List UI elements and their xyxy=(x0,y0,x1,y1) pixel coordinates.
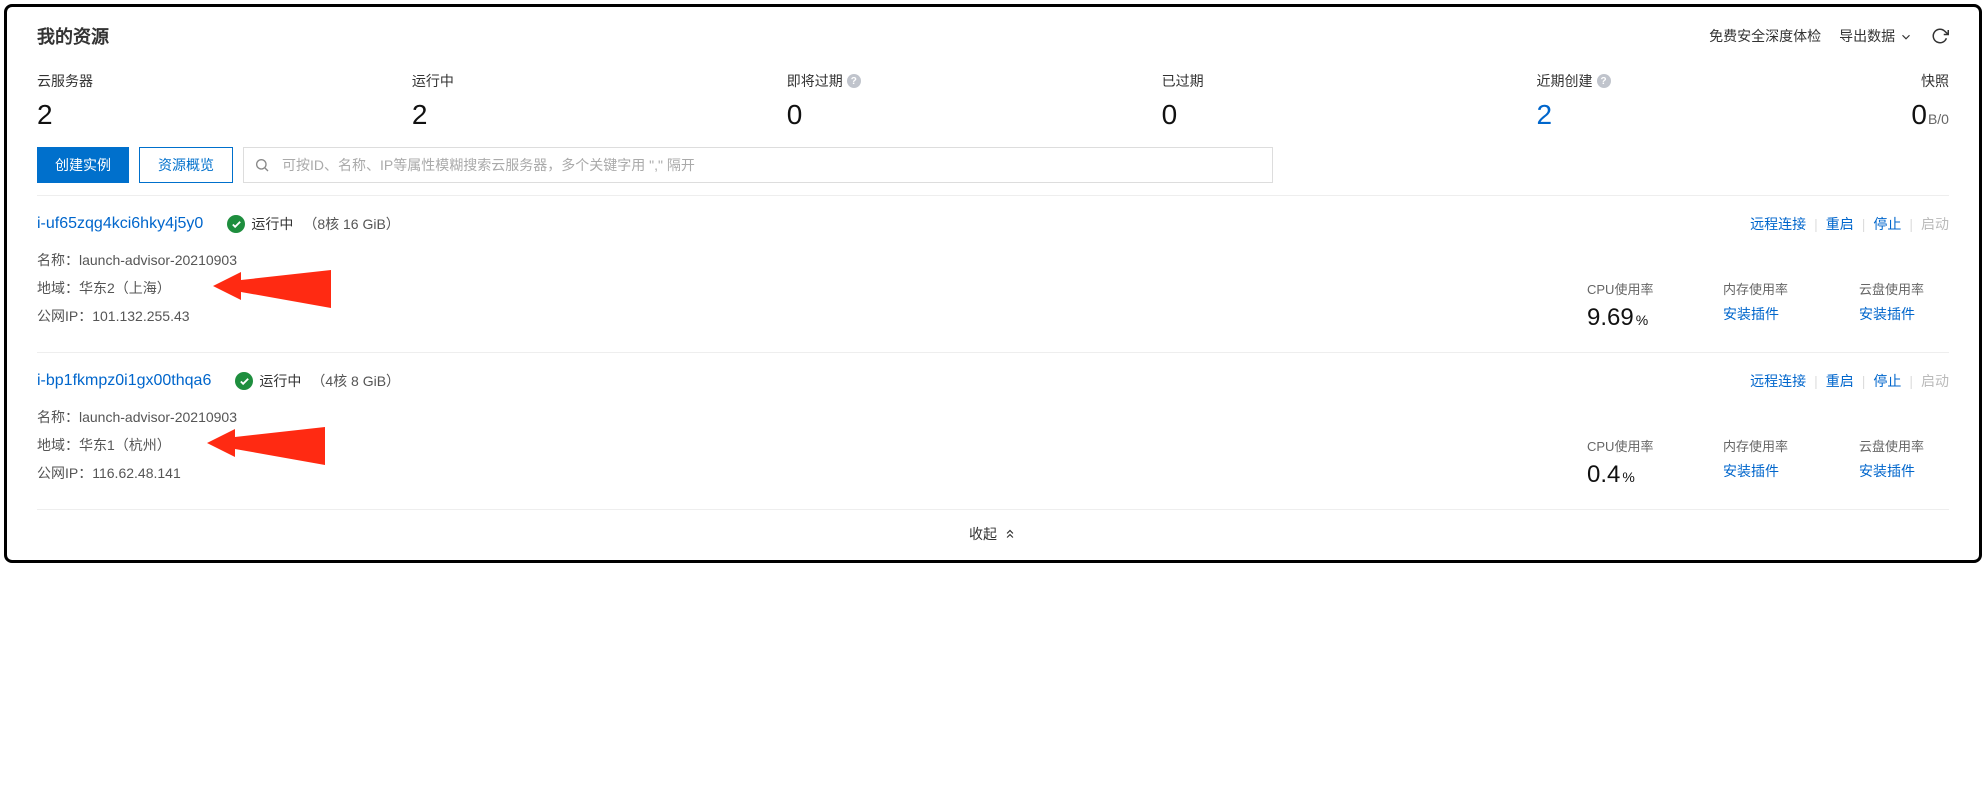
stat-snapshot: 快照 0B/0 xyxy=(1911,71,1949,129)
stat-expiring-value: 0 xyxy=(787,101,1162,129)
stat-servers-value: 2 xyxy=(37,101,412,129)
chevron-down-icon xyxy=(1899,30,1913,44)
stat-servers-label: 云服务器 xyxy=(37,71,412,91)
stat-snapshot-suffix: B/0 xyxy=(1928,111,1949,127)
instance-status-text: 运行中 xyxy=(259,371,301,391)
instance-id-link[interactable]: i-bp1fkmpz0i1gx00thqa6 xyxy=(37,372,211,390)
instance-row: i-uf65zqg4kci6hky4j5y0 运行中 （8核 16 GiB） 远… xyxy=(37,195,1949,352)
help-icon[interactable]: ? xyxy=(1597,74,1611,88)
search-input[interactable] xyxy=(280,156,1262,174)
mem-metric: 内存使用率 安装插件 xyxy=(1723,279,1813,332)
stat-recent-value: 2 xyxy=(1537,101,1912,129)
stop-link[interactable]: 停止 xyxy=(1873,214,1901,234)
stop-link[interactable]: 停止 xyxy=(1873,371,1901,391)
stat-snapshot-value: 0B/0 xyxy=(1911,101,1949,129)
region-label: 地域： xyxy=(37,280,79,296)
instance-ip: 116.62.48.141 xyxy=(92,465,181,481)
name-label: 名称： xyxy=(37,252,79,268)
install-plugin-link[interactable]: 安装插件 xyxy=(1859,461,1949,481)
collapse-label: 收起 xyxy=(969,524,997,544)
collapse-button[interactable]: 收起 xyxy=(37,509,1949,550)
page-title: 我的资源 xyxy=(37,23,109,49)
refresh-icon xyxy=(1931,27,1949,45)
restart-link[interactable]: 重启 xyxy=(1826,214,1854,234)
resource-overview-button[interactable]: 资源概览 xyxy=(139,147,233,183)
stat-running-label: 运行中 xyxy=(412,71,787,91)
install-plugin-link[interactable]: 安装插件 xyxy=(1723,461,1813,481)
security-check-link[interactable]: 免费安全深度体检 xyxy=(1709,26,1821,46)
instance-status: 运行中 （8核 16 GiB） xyxy=(227,214,399,234)
stat-snapshot-number: 0 xyxy=(1911,99,1927,130)
instance-region: 华东1（杭州） xyxy=(79,437,171,453)
chevron-double-up-icon xyxy=(1003,527,1017,541)
stat-expiring: 即将过期 ? 0 xyxy=(787,71,1162,129)
percent-sign: % xyxy=(1636,312,1648,328)
search-icon xyxy=(254,157,270,173)
start-link: 启动 xyxy=(1921,214,1949,234)
cpu-metric-value: 0.4 xyxy=(1587,461,1620,488)
cpu-metric: CPU使用率 9.69% xyxy=(1587,279,1677,332)
instance-spec: （8核 16 GiB） xyxy=(303,214,399,234)
stat-servers: 云服务器 2 xyxy=(37,71,412,129)
stat-recent[interactable]: 近期创建 ? 2 xyxy=(1537,71,1912,129)
status-running-icon xyxy=(235,372,253,390)
status-running-icon xyxy=(227,215,245,233)
stat-running: 运行中 2 xyxy=(412,71,787,129)
name-label: 名称： xyxy=(37,409,79,425)
disk-metric: 云盘使用率 安装插件 xyxy=(1859,279,1949,332)
stat-expired: 已过期 0 xyxy=(1162,71,1537,129)
instance-row: i-bp1fkmpz0i1gx00thqa6 运行中 （4核 8 GiB） 远程… xyxy=(37,352,1949,509)
remote-connect-link[interactable]: 远程连接 xyxy=(1750,371,1806,391)
instance-spec: （4核 8 GiB） xyxy=(311,371,400,391)
instance-status-text: 运行中 xyxy=(251,214,293,234)
disk-metric: 云盘使用率 安装插件 xyxy=(1859,436,1949,489)
mem-metric-label: 内存使用率 xyxy=(1723,279,1813,298)
stat-recent-label: 近期创建 xyxy=(1537,71,1593,91)
stat-expired-label: 已过期 xyxy=(1162,71,1537,91)
instance-name: launch-advisor-20210903 xyxy=(79,409,237,425)
disk-metric-label: 云盘使用率 xyxy=(1859,279,1949,298)
cpu-metric-value: 9.69 xyxy=(1587,304,1634,331)
remote-connect-link[interactable]: 远程连接 xyxy=(1750,214,1806,234)
create-instance-button[interactable]: 创建实例 xyxy=(37,147,129,183)
instance-id-link[interactable]: i-uf65zqg4kci6hky4j5y0 xyxy=(37,215,203,233)
percent-sign: % xyxy=(1622,469,1634,485)
export-data-label: 导出数据 xyxy=(1839,28,1895,44)
cpu-metric-label: CPU使用率 xyxy=(1587,279,1677,298)
region-label: 地域： xyxy=(37,437,79,453)
cpu-metric: CPU使用率 0.4% xyxy=(1587,436,1677,489)
stat-snapshot-label: 快照 xyxy=(1911,71,1949,91)
cpu-metric-label: CPU使用率 xyxy=(1587,436,1677,455)
instance-name: launch-advisor-20210903 xyxy=(79,252,237,268)
restart-link[interactable]: 重启 xyxy=(1826,371,1854,391)
stat-expiring-label: 即将过期 xyxy=(787,71,843,91)
export-data-link[interactable]: 导出数据 xyxy=(1839,26,1913,46)
ip-label: 公网IP： xyxy=(37,308,92,324)
refresh-button[interactable] xyxy=(1931,27,1949,45)
instance-region: 华东2（上海） xyxy=(79,280,171,296)
stat-running-value: 2 xyxy=(412,101,787,129)
install-plugin-link[interactable]: 安装插件 xyxy=(1723,304,1813,324)
disk-metric-label: 云盘使用率 xyxy=(1859,436,1949,455)
ip-label: 公网IP： xyxy=(37,465,92,481)
install-plugin-link[interactable]: 安装插件 xyxy=(1859,304,1949,324)
mem-metric-label: 内存使用率 xyxy=(1723,436,1813,455)
help-icon[interactable]: ? xyxy=(847,74,861,88)
instance-ip: 101.132.255.43 xyxy=(92,308,189,324)
stat-expired-value: 0 xyxy=(1162,101,1537,129)
instance-status: 运行中 （4核 8 GiB） xyxy=(235,371,400,391)
start-link: 启动 xyxy=(1921,371,1949,391)
mem-metric: 内存使用率 安装插件 xyxy=(1723,436,1813,489)
search-box[interactable] xyxy=(243,147,1273,183)
